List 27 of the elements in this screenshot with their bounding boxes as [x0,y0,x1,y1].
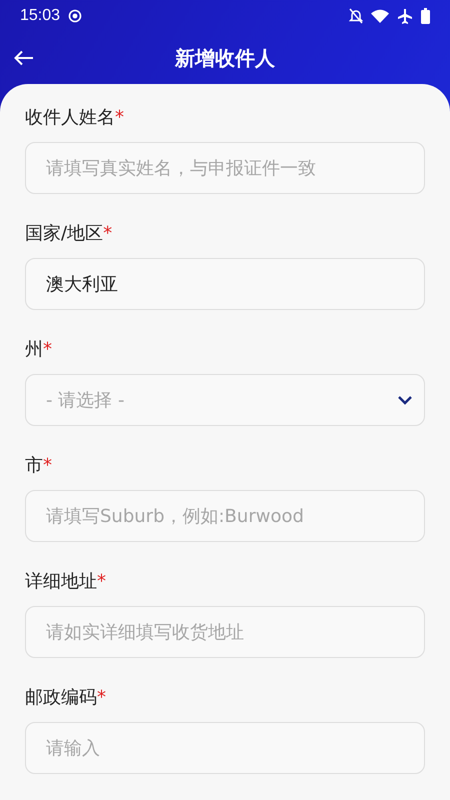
field-label: 邮政编码 [25,686,97,710]
back-icon[interactable] [14,50,34,66]
input-field[interactable]: 请填写真实姓名，与申报证件一致 [25,142,425,194]
field-label: 市 [25,454,43,478]
field-label: 详细地址 [25,570,97,594]
input-field[interactable]: 请输入 [25,722,425,774]
input-field[interactable]: 请如实详细填写收货地址 [25,606,425,658]
field-label: 州 [25,338,43,362]
required-mark: * [43,338,52,362]
wifi-icon [371,9,389,24]
record-icon [68,9,82,24]
input-field[interactable]: 请填写Suburb，例如:Burwood [25,490,425,542]
chevron-down-icon [397,395,413,405]
field-label: 收件人姓名 [25,106,115,130]
required-mark: * [97,686,106,710]
battery-icon [421,8,430,24]
required-mark: * [43,454,52,478]
input-field[interactable]: 澳大利亚 [25,258,425,310]
required-mark: * [97,570,106,594]
status-time: 15:03 [20,7,60,26]
select-field[interactable]: - 请选择 - [25,374,425,426]
airplane-icon [397,8,413,24]
page-title: 新增收件人 [175,46,275,70]
required-mark: * [115,106,124,130]
field-label: 国家/地区 [25,222,104,246]
required-mark: * [103,222,112,246]
bell-off-icon [349,8,363,24]
